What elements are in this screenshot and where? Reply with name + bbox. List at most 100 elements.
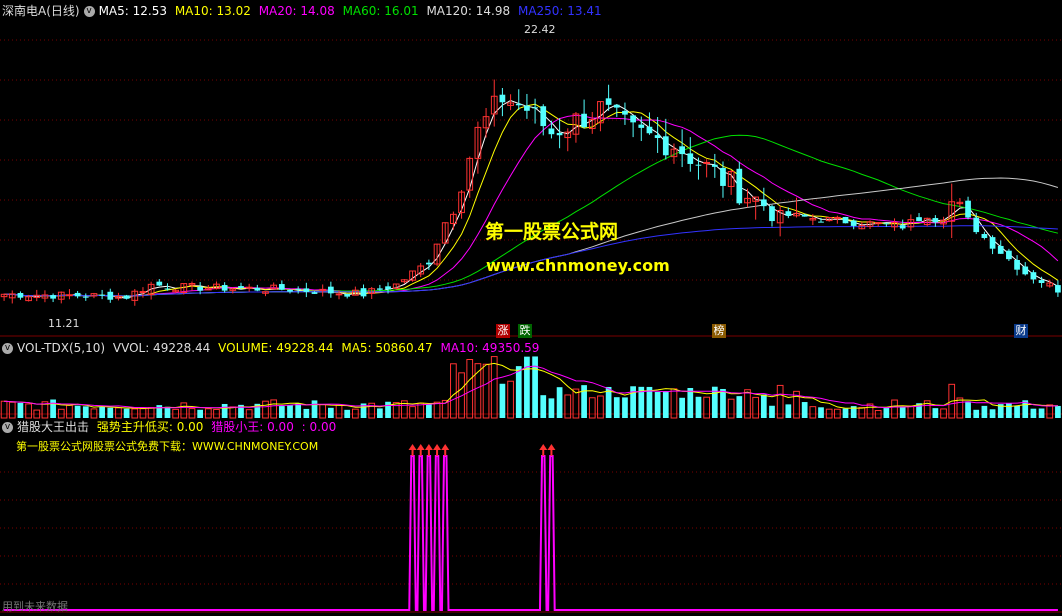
- volume-header: v VOL-TDX(5,10) VVOL: 49228.44 VOLUME: 49…: [2, 340, 543, 356]
- volume-bar: [156, 405, 163, 418]
- volume-bar: [164, 406, 171, 418]
- volume-bar: [335, 404, 343, 419]
- volume-bar: [727, 398, 735, 419]
- volume-bar: [785, 404, 792, 418]
- signal-arrow: [433, 444, 442, 450]
- settings-toggle-icon[interactable]: v: [83, 6, 95, 17]
- volume-bar: [392, 402, 400, 419]
- candle-body: [801, 214, 808, 217]
- volume-bar: [303, 408, 310, 418]
- volume-bar: [25, 403, 32, 419]
- candle-body: [164, 288, 171, 290]
- volume-bar: [433, 401, 441, 419]
- candle-body: [1055, 285, 1061, 293]
- strong-buy-value: 强势主升低买: 0.00: [96, 420, 204, 434]
- candle-body: [638, 124, 645, 128]
- candle-body: [540, 106, 547, 127]
- candle-body: [385, 286, 391, 290]
- vol-ma5-value: MA5: 50860.47: [341, 341, 433, 355]
- volume-bar: [736, 396, 743, 418]
- signal-line: [4, 455, 1058, 611]
- volume-bar: [1030, 408, 1037, 418]
- volume-bar: [776, 384, 784, 419]
- marker-die: 跌: [518, 324, 532, 338]
- candle-body: [981, 233, 988, 239]
- volume-bar: [899, 406, 906, 418]
- candle-body: [335, 293, 343, 296]
- candle-body: [99, 294, 105, 296]
- candle-body: [499, 94, 506, 103]
- signal-arrow: [416, 444, 425, 450]
- candle-body: [916, 217, 922, 222]
- ma10-value: MA10: 13.02: [174, 4, 251, 18]
- volume-bar: [295, 403, 302, 418]
- hunter-king-value: 猎股小王: 0.00: [211, 420, 294, 434]
- volume-bar: [327, 407, 334, 418]
- volume-bar: [687, 387, 694, 418]
- volume-bar: [499, 383, 506, 418]
- volume-bar: [1014, 405, 1020, 418]
- volume-bar: [482, 363, 490, 419]
- candle-body: [50, 295, 56, 299]
- signal-arrow: [539, 444, 548, 450]
- volume-bar: [229, 406, 237, 419]
- volume-bar: [809, 406, 817, 419]
- candle-body: [360, 288, 367, 297]
- candle-body: [818, 221, 824, 223]
- volume-bar: [588, 397, 596, 419]
- candle-body: [605, 98, 612, 105]
- candle-body: [66, 294, 73, 297]
- candle-body: [769, 206, 775, 222]
- volume-bar: [703, 396, 710, 419]
- volume-bar: [842, 408, 849, 418]
- candle-body: [932, 218, 939, 223]
- indicator-header: v 猎股大王出击 强势主升低买: 0.00 猎股小王: 0.00 : 0.00: [2, 419, 340, 435]
- volume-bar: [679, 397, 685, 418]
- candle-body: [82, 296, 89, 298]
- candle-body: [426, 262, 432, 265]
- volume-bar: [139, 408, 147, 419]
- footer-text: 用到未来数据: [2, 599, 68, 613]
- candle-body: [654, 135, 661, 138]
- volume-bar: [524, 356, 530, 418]
- candle-body: [883, 223, 890, 225]
- indicator-toggle-icon[interactable]: v: [2, 422, 13, 433]
- candle-body: [581, 113, 587, 128]
- candle-body: [760, 199, 767, 207]
- volume-bar: [311, 400, 318, 418]
- volume-bar: [490, 356, 498, 419]
- volume-bar: [965, 401, 971, 418]
- candle-body: [107, 291, 114, 300]
- volume-bars: [0, 356, 1061, 419]
- volume-bar: [540, 395, 547, 418]
- volume-bar: [630, 386, 636, 418]
- volume-bar: [956, 397, 964, 419]
- volume-bar: [613, 397, 620, 418]
- vvol-value: VVOL: 49228.44: [112, 341, 211, 355]
- candle-body: [785, 211, 792, 216]
- volume-bar: [221, 403, 228, 418]
- candle-body: [850, 220, 857, 226]
- candle-body: [1006, 250, 1012, 260]
- volume-bar: [940, 408, 947, 419]
- volume-bar: [932, 408, 939, 418]
- volume-bar: [858, 407, 866, 419]
- volume-bar: [50, 399, 56, 418]
- volume-bar: [107, 407, 114, 418]
- candle-body: [899, 225, 906, 229]
- candle-body: [524, 105, 530, 111]
- volume-bar: [319, 404, 327, 419]
- volume-toggle-icon[interactable]: v: [2, 343, 13, 354]
- candle-body: [973, 217, 980, 233]
- candle-body: [711, 164, 718, 167]
- volume-bar: [556, 387, 563, 418]
- volume-bar: [262, 400, 269, 419]
- volume-bar: [66, 404, 73, 419]
- volume-bar: [564, 394, 572, 419]
- vol-indicator-name: VOL-TDX(5,10): [17, 341, 106, 355]
- candle-body: [197, 286, 204, 291]
- volume-bar: [204, 408, 212, 419]
- volume-bar: [188, 408, 196, 419]
- volume-ma-line: [4, 362, 1058, 409]
- ma20-value: MA20: 14.08: [258, 4, 335, 18]
